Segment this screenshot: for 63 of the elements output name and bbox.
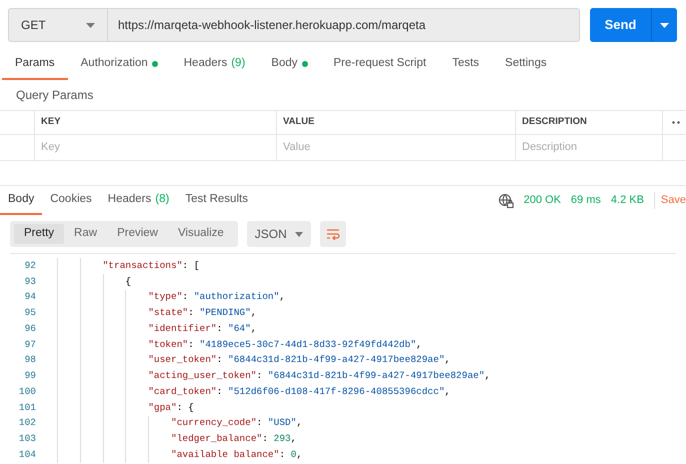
- code-line: "token": "4189ece5-30c7-44d1-8d33-92f49fd442db",: [148, 338, 422, 352]
- method-select[interactable]: GET: [8, 8, 108, 42]
- line-number: 94: [24, 290, 36, 304]
- url-field[interactable]: https://marqeta-webhook-listener.herokuapp.com/marqeta: [108, 8, 580, 42]
- code-line: "card_token": "512d6f06-d108-417f-8296-40855396cdcc",: [148, 384, 450, 399]
- format-select[interactable]: JSON: [246, 221, 311, 247]
- column-header: KEY: [41, 115, 61, 130]
- status-code: 200 OK: [524, 193, 561, 208]
- table-input-field[interactable]: Value: [283, 139, 509, 156]
- request-tab[interactable]: Authorization: [68, 50, 171, 80]
- line-number: 99: [24, 369, 36, 383]
- line-number: 102: [18, 416, 36, 430]
- request-tab[interactable]: Pre-request Script: [320, 50, 440, 80]
- request-tab[interactable]: Body: [258, 50, 320, 80]
- code-line: {: [125, 274, 132, 288]
- response-size: 4.2 KB: [610, 193, 644, 208]
- response-tab[interactable]: Headers (8): [100, 186, 178, 215]
- caret-icon: [294, 232, 303, 236]
- code-line: "available balance": 0,: [171, 448, 302, 462]
- section-title: Query Params: [16, 87, 94, 104]
- line-number: 98: [24, 353, 36, 368]
- line-number: 93: [24, 274, 36, 288]
- request-tab[interactable]: Headers (9): [170, 50, 258, 80]
- code-line: "currency_code": "USD",: [171, 416, 302, 430]
- wrap-lines-button[interactable]: [320, 221, 346, 247]
- line-number: 103: [18, 432, 36, 446]
- view-mode-tab[interactable]: Visualize: [168, 224, 234, 244]
- column-header: VALUE: [283, 115, 314, 130]
- caret-icon: [660, 22, 669, 28]
- request-tab[interactable]: Tests: [439, 50, 492, 80]
- code-line: "state": "PENDING",: [148, 306, 257, 320]
- table-input-field[interactable]: Description: [522, 139, 656, 156]
- wrap-lines-icon: [326, 228, 340, 240]
- column-header: DESCRIPTION: [522, 115, 587, 130]
- line-number: 104: [18, 448, 36, 462]
- line-number: 92: [24, 258, 36, 273]
- response-tab[interactable]: Cookies: [42, 186, 100, 215]
- line-number: 97: [24, 338, 36, 352]
- request-tab[interactable]: Settings: [492, 50, 560, 80]
- line-number: 95: [24, 306, 36, 320]
- view-mode-tab[interactable]: Raw: [64, 224, 108, 244]
- table-input-field[interactable]: Key: [41, 139, 270, 156]
- globe-lock-icon[interactable]: [498, 192, 514, 208]
- response-tab[interactable]: Body: [0, 186, 42, 215]
- send-options-button[interactable]: [651, 8, 677, 42]
- code-line: "type": "authorization",: [148, 290, 286, 304]
- response-time: 69 ms: [570, 193, 601, 208]
- caret-icon: [86, 22, 95, 28]
- request-tab[interactable]: Params: [2, 50, 68, 80]
- line-number: 101: [18, 400, 36, 414]
- view-mode-tab[interactable]: Pretty: [14, 224, 64, 244]
- response-tab[interactable]: Test Results: [177, 186, 256, 215]
- code-line: "gpa": {: [148, 400, 194, 414]
- view-mode-tab[interactable]: Preview: [107, 224, 168, 244]
- send-button[interactable]: Send: [590, 8, 651, 42]
- more-options-icon[interactable]: [671, 121, 681, 124]
- code-line: "user_token": "6844c31d-821b-4f99-a427-4917bee829ae",: [148, 353, 450, 368]
- code-line: "ledger_balance": 293,: [171, 432, 296, 446]
- code-line: "transactions": [: [102, 258, 200, 273]
- line-number: 96: [24, 322, 36, 336]
- line-number: 100: [18, 384, 36, 399]
- code-line: "acting_user_token": "6844c31d-821b-4f99-a427-4917bee829ae",: [148, 369, 490, 383]
- code-line: "identifier": "64",: [148, 322, 257, 336]
